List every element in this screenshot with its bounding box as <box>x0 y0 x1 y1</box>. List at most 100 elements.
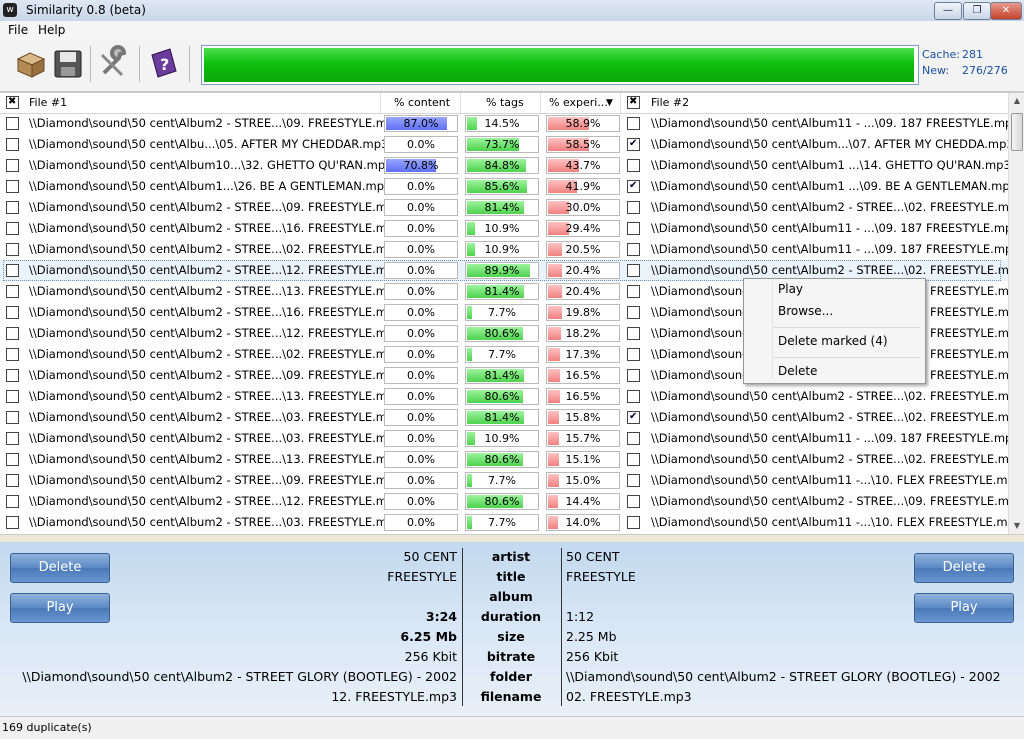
file1-checkbox[interactable] <box>6 138 19 151</box>
experimental-percent: 20.5% <box>546 241 620 258</box>
file1-checkbox[interactable] <box>6 348 19 361</box>
file2-checkbox[interactable] <box>627 117 640 130</box>
file1-checkbox[interactable] <box>6 201 19 214</box>
experimental-percent: 15.0% <box>546 472 620 489</box>
select-all-right-checkbox[interactable] <box>627 96 640 109</box>
file2-checkbox[interactable] <box>627 222 640 235</box>
tags-percent-value: 80.6% <box>484 327 520 340</box>
file1-checkbox[interactable] <box>6 516 19 529</box>
play-left-button[interactable]: Play <box>10 593 110 623</box>
tags-percent: 81.4% <box>465 367 539 384</box>
file1-checkbox[interactable] <box>6 411 19 424</box>
file1-checkbox[interactable] <box>6 327 19 340</box>
table-row[interactable]: \\Diamond\sound\50 cent\Album2 - STREE..… <box>0 428 1020 449</box>
floppy-disk-icon[interactable] <box>50 45 86 81</box>
help-book-icon[interactable]: ? <box>146 45 182 81</box>
table-row[interactable]: \\Diamond\sound\50 cent\Albu...\05. AFTE… <box>0 134 1014 155</box>
vertical-scrollbar[interactable]: ▲ ▼ <box>1008 93 1024 534</box>
box-icon[interactable] <box>12 45 48 81</box>
file2-checkbox[interactable] <box>627 453 640 466</box>
file2-checkbox[interactable] <box>627 369 640 382</box>
table-row[interactable]: \\Diamond\sound\50 cent\Album2 - STREE..… <box>0 407 1024 428</box>
experimental-percent: 19.8% <box>546 304 620 321</box>
file2-checkbox[interactable] <box>627 138 640 151</box>
file1-checkbox[interactable] <box>6 474 19 487</box>
experimental-percent-value: 43.7% <box>565 159 601 172</box>
menu-help[interactable]: Help <box>38 23 65 37</box>
content-percent-value: 87.0% <box>403 117 439 130</box>
context-delete-marked[interactable]: Delete marked (4) <box>778 334 888 348</box>
column-file1[interactable]: File #1 <box>29 96 67 109</box>
file1-checkbox[interactable] <box>6 264 19 277</box>
file2-path: \\Diamond\sound\50 cent\Album11 - ...\09… <box>651 431 1020 445</box>
file1-checkbox[interactable] <box>6 222 19 235</box>
file1-path: \\Diamond\sound\50 cent\Album2 - STREE..… <box>29 284 402 298</box>
column-experimental[interactable]: % experi... <box>549 96 608 109</box>
scroll-down-icon[interactable]: ▼ <box>1009 518 1024 534</box>
table-row[interactable]: \\Diamond\sound\50 cent\Album2 - STREE..… <box>0 512 1022 533</box>
play-right-button[interactable]: Play <box>914 593 1014 623</box>
context-delete[interactable]: Delete <box>778 364 817 378</box>
table-row[interactable]: \\Diamond\sound\50 cent\Album2 - STREE..… <box>0 197 1024 218</box>
file1-path: \\Diamond\sound\50 cent\Album2 - STREE..… <box>29 368 402 382</box>
file2-checkbox[interactable] <box>627 495 640 508</box>
minimize-button[interactable]: — <box>934 2 962 20</box>
file2-checkbox[interactable] <box>627 159 640 172</box>
delete-right-button[interactable]: Delete <box>914 553 1014 583</box>
file2-checkbox[interactable] <box>627 327 640 340</box>
wrench-icon[interactable] <box>96 45 132 81</box>
context-play[interactable]: Play <box>778 282 803 296</box>
file1-checkbox[interactable] <box>6 369 19 382</box>
close-button[interactable]: ✕ <box>990 2 1022 20</box>
file1-checkbox[interactable] <box>6 117 19 130</box>
file1-checkbox[interactable] <box>6 390 19 403</box>
file2-checkbox[interactable] <box>627 285 640 298</box>
table-row[interactable]: \\Diamond\sound\50 cent\Album1...\26. BE… <box>0 176 1017 197</box>
file2-checkbox[interactable] <box>627 516 640 529</box>
file1-checkbox[interactable] <box>6 180 19 193</box>
table-row[interactable]: \\Diamond\sound\50 cent\Album2 - STREE..… <box>0 470 1022 491</box>
table-row[interactable]: \\Diamond\sound\50 cent\Album2 - STREE..… <box>0 386 1024 407</box>
file2-checkbox[interactable] <box>627 306 640 319</box>
file1-path: \\Diamond\sound\50 cent\Album2 - STREE..… <box>29 452 402 466</box>
table-row[interactable]: \\Diamond\sound\50 cent\Album10...\32. G… <box>0 155 1011 176</box>
file2-checkbox[interactable] <box>627 180 640 193</box>
select-all-left-checkbox[interactable] <box>6 96 19 109</box>
column-content[interactable]: % content <box>394 96 450 109</box>
file1-checkbox[interactable] <box>6 453 19 466</box>
file1-checkbox[interactable] <box>6 285 19 298</box>
file2-checkbox[interactable] <box>627 432 640 445</box>
scan-progress-bar <box>201 45 919 85</box>
file2-checkbox[interactable] <box>627 474 640 487</box>
scroll-up-icon[interactable]: ▲ <box>1009 93 1024 109</box>
experimental-percent: 20.4% <box>546 283 620 300</box>
table-row[interactable]: \\Diamond\sound\50 cent\Album2 - STREE..… <box>0 239 1020 260</box>
file1-path: \\Diamond\sound\50 cent\Album2 - STREE..… <box>29 410 402 424</box>
file2-checkbox[interactable] <box>627 264 640 277</box>
file2-checkbox[interactable] <box>627 348 640 361</box>
experimental-percent-value: 30.0% <box>565 201 601 214</box>
maximize-button[interactable]: ❐ <box>963 2 991 20</box>
file2-checkbox[interactable] <box>627 390 640 403</box>
scroll-thumb[interactable] <box>1011 113 1023 151</box>
table-row[interactable]: \\Diamond\sound\50 cent\Album2 - STREE..… <box>0 113 1020 134</box>
file1-checkbox[interactable] <box>6 495 19 508</box>
column-tags[interactable]: % tags <box>486 96 524 109</box>
file1-checkbox[interactable] <box>6 306 19 319</box>
column-file2[interactable]: File #2 <box>651 96 689 109</box>
tags-percent-value: 81.4% <box>484 369 520 382</box>
file2-checkbox[interactable] <box>627 243 640 256</box>
delete-left-button[interactable]: Delete <box>10 553 110 583</box>
table-row[interactable]: \\Diamond\sound\50 cent\Album2 - STREE..… <box>0 449 1024 470</box>
table-row[interactable]: \\Diamond\sound\50 cent\Album2 - STREE..… <box>0 491 1024 512</box>
table-row[interactable]: \\Diamond\sound\50 cent\Album2 - STREE..… <box>0 218 1020 239</box>
file1-checkbox[interactable] <box>6 243 19 256</box>
content-percent: 0.0% <box>384 199 458 216</box>
menu-file[interactable]: File <box>8 23 28 37</box>
context-browse[interactable]: Browse... <box>778 304 833 318</box>
file2-checkbox[interactable] <box>627 411 640 424</box>
experimental-percent: 58.9% <box>546 115 620 132</box>
file1-checkbox[interactable] <box>6 432 19 445</box>
file1-checkbox[interactable] <box>6 159 19 172</box>
file2-checkbox[interactable] <box>627 201 640 214</box>
